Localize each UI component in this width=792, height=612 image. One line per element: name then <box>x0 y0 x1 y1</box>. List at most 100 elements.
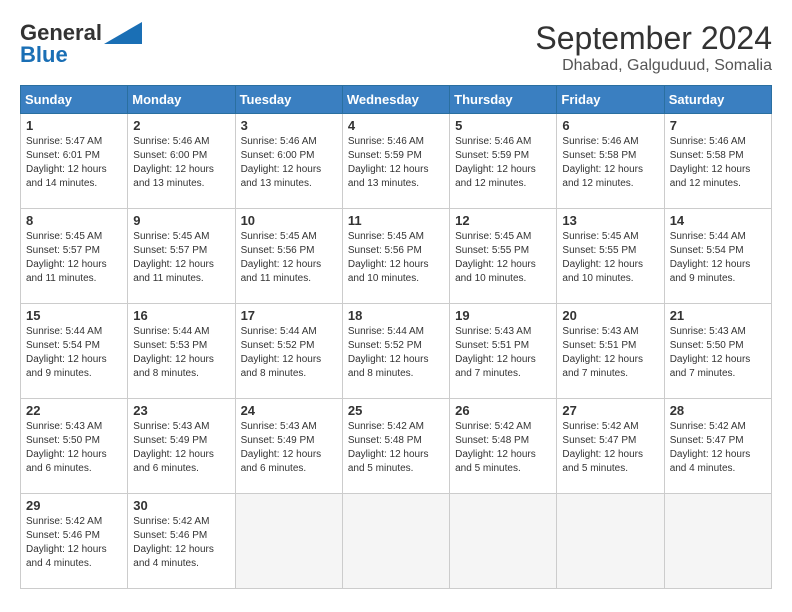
day-info: Sunrise: 5:42 AM Sunset: 5:46 PM Dayligh… <box>133 515 229 571</box>
weekday-wednesday: Wednesday <box>342 86 449 114</box>
day-info: Sunrise: 5:44 AM Sunset: 5:52 PM Dayligh… <box>348 325 444 381</box>
week-row-2: 8 Sunrise: 5:45 AM Sunset: 5:57 PM Dayli… <box>21 209 772 304</box>
day-number: 3 <box>241 118 337 133</box>
day-number: 12 <box>455 213 551 228</box>
day-number: 19 <box>455 308 551 323</box>
calendar-cell: 17 Sunrise: 5:44 AM Sunset: 5:52 PM Dayl… <box>235 304 342 399</box>
day-number: 21 <box>670 308 766 323</box>
day-info: Sunrise: 5:45 AM Sunset: 5:57 PM Dayligh… <box>133 230 229 286</box>
day-number: 15 <box>26 308 122 323</box>
day-info: Sunrise: 5:42 AM Sunset: 5:48 PM Dayligh… <box>348 420 444 476</box>
calendar-cell: 7 Sunrise: 5:46 AM Sunset: 5:58 PM Dayli… <box>664 114 771 209</box>
weekday-thursday: Thursday <box>450 86 557 114</box>
location-subtitle: Dhabad, Galguduud, Somalia <box>535 57 772 75</box>
day-info: Sunrise: 5:43 AM Sunset: 5:49 PM Dayligh… <box>133 420 229 476</box>
day-info: Sunrise: 5:42 AM Sunset: 5:47 PM Dayligh… <box>670 420 766 476</box>
day-number: 29 <box>26 498 122 513</box>
calendar-cell <box>557 494 664 589</box>
calendar-cell <box>235 494 342 589</box>
week-row-5: 29 Sunrise: 5:42 AM Sunset: 5:46 PM Dayl… <box>21 494 772 589</box>
calendar-cell: 20 Sunrise: 5:43 AM Sunset: 5:51 PM Dayl… <box>557 304 664 399</box>
day-number: 16 <box>133 308 229 323</box>
day-number: 30 <box>133 498 229 513</box>
day-number: 28 <box>670 403 766 418</box>
day-info: Sunrise: 5:43 AM Sunset: 5:50 PM Dayligh… <box>26 420 122 476</box>
weekday-header-row: SundayMondayTuesdayWednesdayThursdayFrid… <box>21 86 772 114</box>
day-number: 7 <box>670 118 766 133</box>
calendar-cell: 14 Sunrise: 5:44 AM Sunset: 5:54 PM Dayl… <box>664 209 771 304</box>
calendar-cell: 21 Sunrise: 5:43 AM Sunset: 5:50 PM Dayl… <box>664 304 771 399</box>
day-number: 11 <box>348 213 444 228</box>
calendar-cell: 26 Sunrise: 5:42 AM Sunset: 5:48 PM Dayl… <box>450 399 557 494</box>
day-info: Sunrise: 5:47 AM Sunset: 6:01 PM Dayligh… <box>26 135 122 191</box>
day-info: Sunrise: 5:43 AM Sunset: 5:51 PM Dayligh… <box>562 325 658 381</box>
calendar-cell: 2 Sunrise: 5:46 AM Sunset: 6:00 PM Dayli… <box>128 114 235 209</box>
calendar-cell: 18 Sunrise: 5:44 AM Sunset: 5:52 PM Dayl… <box>342 304 449 399</box>
calendar-cell: 27 Sunrise: 5:42 AM Sunset: 5:47 PM Dayl… <box>557 399 664 494</box>
day-info: Sunrise: 5:45 AM Sunset: 5:55 PM Dayligh… <box>562 230 658 286</box>
logo: General Blue <box>20 20 142 68</box>
day-info: Sunrise: 5:43 AM Sunset: 5:50 PM Dayligh… <box>670 325 766 381</box>
day-info: Sunrise: 5:45 AM Sunset: 5:55 PM Dayligh… <box>455 230 551 286</box>
logo-icon <box>104 22 142 44</box>
calendar-cell: 22 Sunrise: 5:43 AM Sunset: 5:50 PM Dayl… <box>21 399 128 494</box>
day-number: 22 <box>26 403 122 418</box>
day-info: Sunrise: 5:45 AM Sunset: 5:57 PM Dayligh… <box>26 230 122 286</box>
calendar-cell: 3 Sunrise: 5:46 AM Sunset: 6:00 PM Dayli… <box>235 114 342 209</box>
day-info: Sunrise: 5:46 AM Sunset: 5:58 PM Dayligh… <box>670 135 766 191</box>
calendar-cell <box>342 494 449 589</box>
day-number: 8 <box>26 213 122 228</box>
calendar-cell: 11 Sunrise: 5:45 AM Sunset: 5:56 PM Dayl… <box>342 209 449 304</box>
day-number: 18 <box>348 308 444 323</box>
day-number: 24 <box>241 403 337 418</box>
weekday-saturday: Saturday <box>664 86 771 114</box>
day-number: 17 <box>241 308 337 323</box>
calendar-cell: 29 Sunrise: 5:42 AM Sunset: 5:46 PM Dayl… <box>21 494 128 589</box>
week-row-3: 15 Sunrise: 5:44 AM Sunset: 5:54 PM Dayl… <box>21 304 772 399</box>
day-info: Sunrise: 5:42 AM Sunset: 5:46 PM Dayligh… <box>26 515 122 571</box>
calendar-cell: 12 Sunrise: 5:45 AM Sunset: 5:55 PM Dayl… <box>450 209 557 304</box>
day-number: 27 <box>562 403 658 418</box>
day-number: 26 <box>455 403 551 418</box>
day-info: Sunrise: 5:44 AM Sunset: 5:52 PM Dayligh… <box>241 325 337 381</box>
weekday-tuesday: Tuesday <box>235 86 342 114</box>
calendar-cell: 19 Sunrise: 5:43 AM Sunset: 5:51 PM Dayl… <box>450 304 557 399</box>
weekday-sunday: Sunday <box>21 86 128 114</box>
day-info: Sunrise: 5:46 AM Sunset: 5:58 PM Dayligh… <box>562 135 658 191</box>
calendar-cell: 1 Sunrise: 5:47 AM Sunset: 6:01 PM Dayli… <box>21 114 128 209</box>
day-info: Sunrise: 5:42 AM Sunset: 5:48 PM Dayligh… <box>455 420 551 476</box>
calendar-cell: 4 Sunrise: 5:46 AM Sunset: 5:59 PM Dayli… <box>342 114 449 209</box>
day-info: Sunrise: 5:42 AM Sunset: 5:47 PM Dayligh… <box>562 420 658 476</box>
calendar-body: 1 Sunrise: 5:47 AM Sunset: 6:01 PM Dayli… <box>21 114 772 589</box>
calendar-cell: 6 Sunrise: 5:46 AM Sunset: 5:58 PM Dayli… <box>557 114 664 209</box>
calendar-cell <box>450 494 557 589</box>
page-header: General Blue September 2024 Dhabad, Galg… <box>20 20 772 75</box>
calendar-cell: 25 Sunrise: 5:42 AM Sunset: 5:48 PM Dayl… <box>342 399 449 494</box>
calendar-table: SundayMondayTuesdayWednesdayThursdayFrid… <box>20 85 772 589</box>
calendar-cell: 9 Sunrise: 5:45 AM Sunset: 5:57 PM Dayli… <box>128 209 235 304</box>
calendar-cell: 13 Sunrise: 5:45 AM Sunset: 5:55 PM Dayl… <box>557 209 664 304</box>
day-info: Sunrise: 5:46 AM Sunset: 6:00 PM Dayligh… <box>241 135 337 191</box>
day-number: 14 <box>670 213 766 228</box>
calendar-cell: 23 Sunrise: 5:43 AM Sunset: 5:49 PM Dayl… <box>128 399 235 494</box>
calendar-cell: 10 Sunrise: 5:45 AM Sunset: 5:56 PM Dayl… <box>235 209 342 304</box>
day-number: 2 <box>133 118 229 133</box>
calendar-cell: 16 Sunrise: 5:44 AM Sunset: 5:53 PM Dayl… <box>128 304 235 399</box>
day-number: 5 <box>455 118 551 133</box>
day-info: Sunrise: 5:43 AM Sunset: 5:49 PM Dayligh… <box>241 420 337 476</box>
day-info: Sunrise: 5:43 AM Sunset: 5:51 PM Dayligh… <box>455 325 551 381</box>
week-row-4: 22 Sunrise: 5:43 AM Sunset: 5:50 PM Dayl… <box>21 399 772 494</box>
day-info: Sunrise: 5:44 AM Sunset: 5:53 PM Dayligh… <box>133 325 229 381</box>
day-number: 13 <box>562 213 658 228</box>
calendar-cell: 15 Sunrise: 5:44 AM Sunset: 5:54 PM Dayl… <box>21 304 128 399</box>
day-info: Sunrise: 5:46 AM Sunset: 5:59 PM Dayligh… <box>455 135 551 191</box>
day-info: Sunrise: 5:45 AM Sunset: 5:56 PM Dayligh… <box>348 230 444 286</box>
calendar-cell: 5 Sunrise: 5:46 AM Sunset: 5:59 PM Dayli… <box>450 114 557 209</box>
day-number: 10 <box>241 213 337 228</box>
day-number: 25 <box>348 403 444 418</box>
day-info: Sunrise: 5:46 AM Sunset: 5:59 PM Dayligh… <box>348 135 444 191</box>
weekday-monday: Monday <box>128 86 235 114</box>
day-number: 1 <box>26 118 122 133</box>
calendar-cell: 24 Sunrise: 5:43 AM Sunset: 5:49 PM Dayl… <box>235 399 342 494</box>
calendar-cell <box>664 494 771 589</box>
